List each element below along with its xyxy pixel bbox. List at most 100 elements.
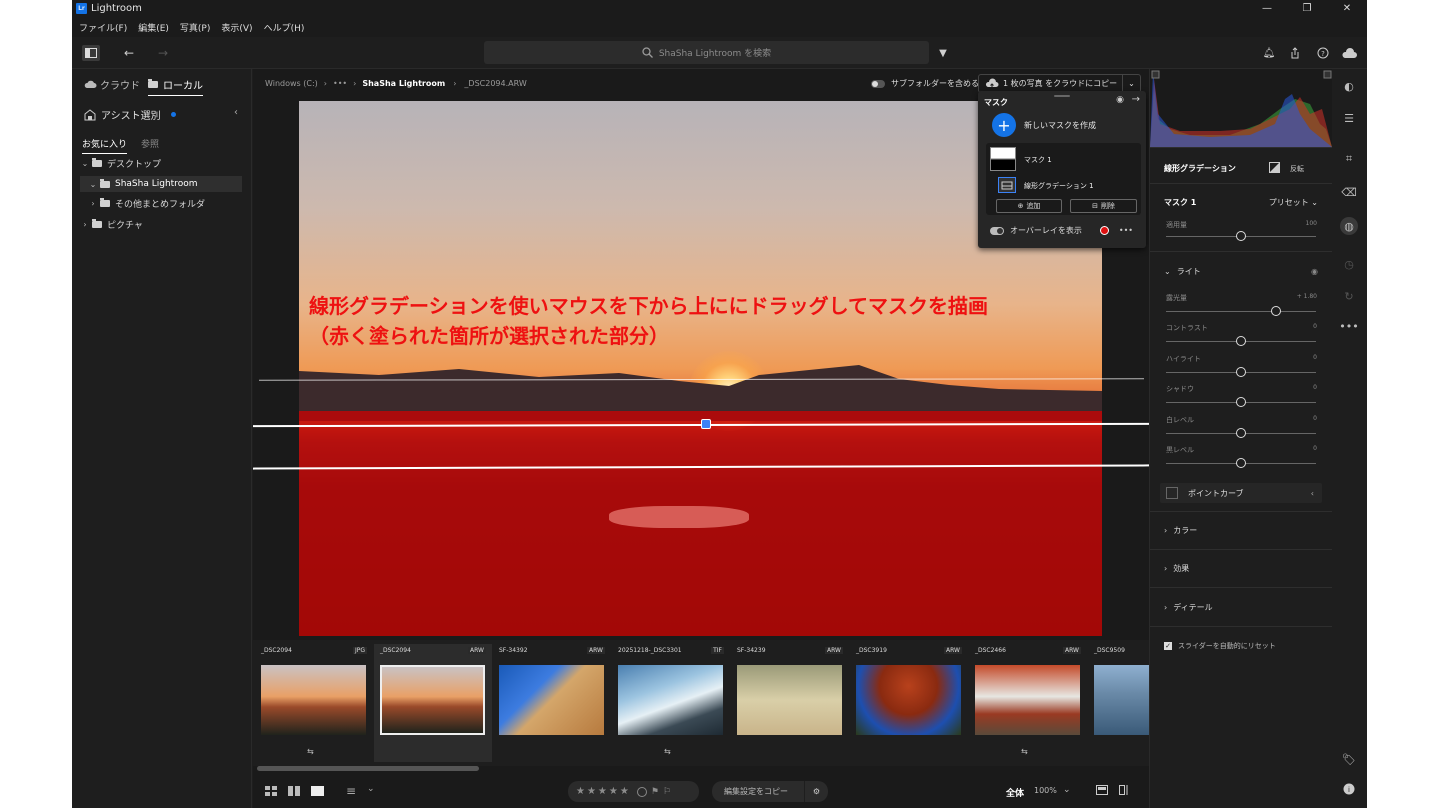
- forward-arrow-icon[interactable]: →: [154, 45, 172, 61]
- detail-view-icon[interactable]: [311, 786, 324, 799]
- maximize-button[interactable]: ❐: [1287, 0, 1327, 17]
- tree-item-other-folder[interactable]: › その他まとめフォルダ: [80, 195, 242, 211]
- collapse-chevron-icon[interactable]: ‹: [234, 107, 238, 118]
- amount-value[interactable]: 100: [1306, 220, 1317, 227]
- light-section-header[interactable]: ⌄ ライト ◉: [1150, 266, 1332, 277]
- search-input[interactable]: ShaSha Lightroom を検索: [484, 41, 929, 64]
- tab-cloud[interactable]: クラウド: [84, 77, 140, 92]
- component-name[interactable]: 線形グラデーション 1: [1024, 181, 1094, 191]
- amount-slider-knob[interactable]: [1236, 231, 1246, 241]
- overlay-color-swatch[interactable]: [1100, 226, 1109, 235]
- back-arrow-icon[interactable]: ←: [120, 45, 138, 61]
- assist-select[interactable]: アシスト選別: [84, 107, 176, 122]
- reject-icon[interactable]: [636, 786, 647, 797]
- tree-item-desktop[interactable]: ⌄ デスクトップ: [80, 155, 242, 171]
- filmstrip-thumb[interactable]: 20251218-_DSC3301 TIF ⇆: [612, 644, 730, 762]
- slider-value[interactable]: 0: [1313, 354, 1317, 361]
- invert-label[interactable]: 反転: [1290, 164, 1304, 174]
- toggle-switch[interactable]: [990, 226, 1004, 235]
- filmstrip-thumb[interactable]: SF-34392 ARW: [493, 644, 611, 762]
- tree-item-pictures[interactable]: › ピクチャ: [80, 216, 242, 232]
- filmstrip-thumb[interactable]: _DSC9509: [1088, 644, 1149, 762]
- menu-view[interactable]: 表示(V): [221, 21, 252, 34]
- slider-value[interactable]: + 1.80: [1297, 293, 1317, 300]
- point-curve-row[interactable]: ポイントカーブ ‹: [1160, 483, 1322, 503]
- slider-knob[interactable]: [1270, 306, 1281, 316]
- versions-icon[interactable]: ↻: [1342, 289, 1356, 303]
- tag-icon[interactable]: 🏷︎: [1342, 752, 1356, 766]
- filmstrip-thumb[interactable]: _DSC3919 ARW: [850, 644, 968, 762]
- delete-button[interactable]: ⊟ 削除: [1070, 199, 1137, 213]
- tab-local[interactable]: ローカル: [148, 77, 203, 96]
- slider-knob[interactable]: [1236, 336, 1246, 347]
- square-grid-icon[interactable]: [288, 786, 300, 799]
- cloud-icon[interactable]: [1340, 45, 1358, 61]
- eye-icon[interactable]: ◉: [1311, 267, 1318, 276]
- tab-favorites[interactable]: お気に入り: [82, 137, 128, 154]
- arrow-right-icon[interactable]: →: [1132, 94, 1140, 105]
- menu-file[interactable]: ファイル(F): [79, 21, 127, 34]
- eye-icon[interactable]: ◉: [1116, 95, 1124, 105]
- panel-drag-handle[interactable]: [1054, 95, 1070, 97]
- mask-name[interactable]: マスク 1: [1024, 155, 1052, 165]
- chevron-down-icon[interactable]: ⌄: [367, 784, 375, 794]
- mask-thumbnail[interactable]: [990, 147, 1016, 171]
- history-icon[interactable]: ◷: [1342, 257, 1356, 271]
- gear-icon[interactable]: ⚙: [804, 781, 828, 802]
- star-rating[interactable]: ★★★★★ ⚑ ⚐: [568, 781, 699, 802]
- slider-knob[interactable]: [1236, 427, 1246, 438]
- menu-photo[interactable]: 写真(P): [180, 21, 210, 34]
- filmstrip-scrollbar[interactable]: [257, 766, 479, 771]
- slider-value[interactable]: 0: [1313, 323, 1317, 330]
- toggle-switch[interactable]: [871, 79, 885, 88]
- slider-value[interactable]: 0: [1313, 415, 1317, 422]
- unflag-icon[interactable]: ⚐: [663, 787, 673, 797]
- crop-icon[interactable]: ⌗: [1342, 152, 1356, 166]
- slider-value[interactable]: 0: [1313, 384, 1317, 391]
- auto-reset-row[interactable]: ✓ スライダーを自動的にリセット: [1150, 641, 1332, 651]
- create-mask-button[interactable]: + 新しいマスクを作成: [992, 113, 1096, 137]
- compare-icon[interactable]: [1119, 785, 1131, 798]
- zoom-fit-label[interactable]: 全体: [1006, 786, 1024, 799]
- sort-icon[interactable]: ≡: [346, 784, 356, 798]
- rating-stars[interactable]: ★★★★★: [576, 786, 631, 797]
- chevron-down-icon[interactable]: ⌄: [1063, 785, 1071, 795]
- tab-browse[interactable]: 参照: [141, 137, 159, 154]
- share-icon[interactable]: [1286, 45, 1304, 61]
- slider-knob[interactable]: [1236, 458, 1246, 468]
- masking-icon[interactable]: ◍: [1340, 217, 1358, 235]
- breadcrumb-folder[interactable]: ShaSha Lightroom: [362, 79, 445, 88]
- subfolder-toggle[interactable]: サブフォルダーを含める: [871, 78, 979, 89]
- detail-section-header[interactable]: › ディテール: [1150, 602, 1332, 613]
- linear-gradient-icon[interactable]: [998, 177, 1016, 193]
- close-button[interactable]: ✕: [1327, 0, 1367, 17]
- more-icon[interactable]: •••: [1339, 319, 1358, 333]
- menu-help[interactable]: ヘルプ(H): [264, 21, 305, 34]
- slider-knob[interactable]: [1236, 366, 1246, 377]
- add-button[interactable]: ⊕ 追加: [996, 199, 1062, 213]
- breadcrumb-ellipsis[interactable]: •••: [333, 79, 347, 88]
- tree-item-shasha-lightroom[interactable]: ⌄ ShaSha Lightroom: [80, 176, 242, 192]
- minimize-button[interactable]: —: [1247, 0, 1287, 17]
- slider-track[interactable]: [1166, 311, 1316, 312]
- flag-icon[interactable]: ⚑: [651, 787, 661, 797]
- filter-icon[interactable]: ▼: [934, 45, 952, 61]
- slider-knob[interactable]: [1236, 397, 1246, 408]
- edit-sliders-icon[interactable]: ☰: [1342, 111, 1356, 125]
- checkbox-checked[interactable]: ✓: [1164, 642, 1172, 650]
- preset-dropdown[interactable]: プリセット ⌄: [1269, 197, 1318, 208]
- chevron-down-icon[interactable]: ⌄: [1122, 75, 1140, 92]
- zoom-level[interactable]: 100%: [1034, 786, 1057, 795]
- filmstrip-thumb-selected[interactable]: _DSC2094 ARW: [374, 644, 492, 762]
- copy-settings-button[interactable]: 編集設定をコピー ⚙: [712, 781, 828, 802]
- filmstrip-thumb[interactable]: SF-34239 ARW: [731, 644, 849, 762]
- before-after-icon[interactable]: [1096, 785, 1108, 798]
- invert-icon[interactable]: [1269, 162, 1280, 175]
- eraser-icon[interactable]: ⌫: [1341, 185, 1357, 199]
- slider-value[interactable]: 0: [1313, 445, 1317, 452]
- grid-view-icon[interactable]: [265, 786, 277, 799]
- info-icon[interactable]: i: [1342, 782, 1356, 796]
- more-options-icon[interactable]: •••: [1119, 226, 1133, 235]
- filmstrip-thumb[interactable]: _DSC2094 JPG ⇆: [255, 644, 373, 762]
- panel-toggle-icon[interactable]: [82, 45, 100, 61]
